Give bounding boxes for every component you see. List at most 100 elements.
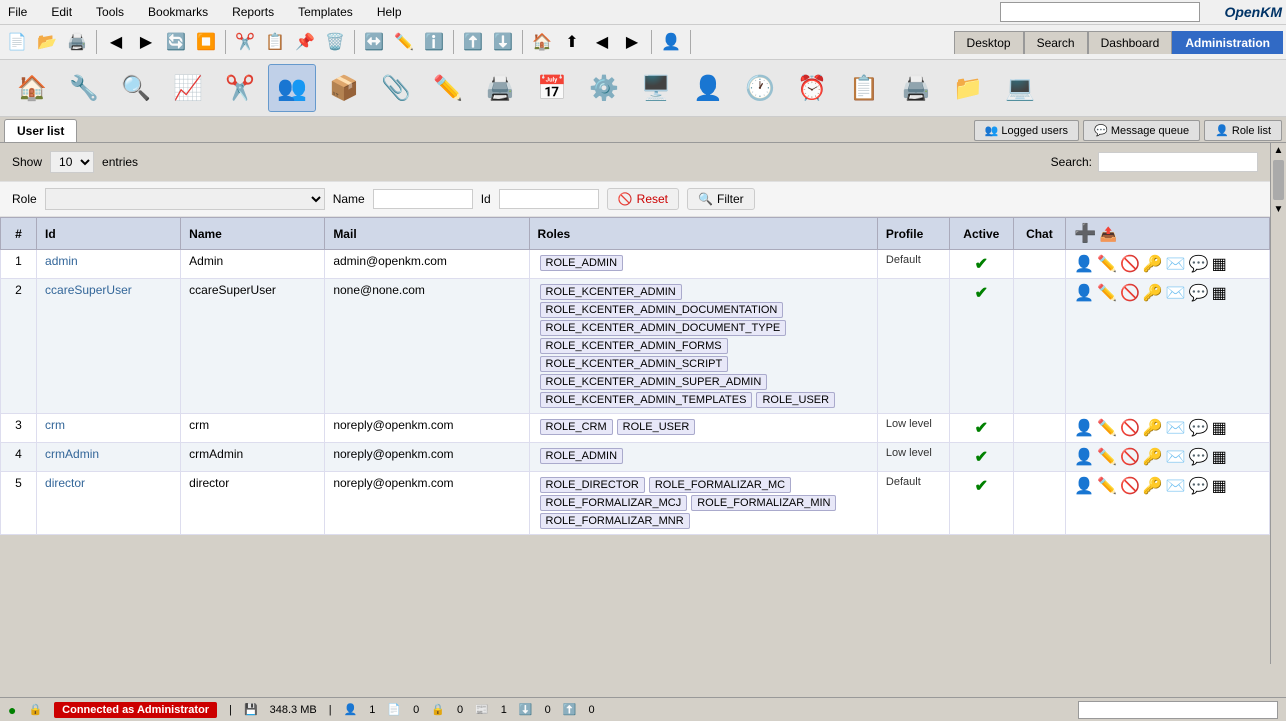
toolbar-upload[interactable]: ⬆️ (459, 28, 487, 56)
toolbar-open[interactable]: 📂 (33, 28, 61, 56)
action-user-icon[interactable]: 👤 (1074, 418, 1094, 438)
search-input[interactable] (1098, 152, 1258, 172)
scroll-up[interactable]: ▲ (1271, 143, 1286, 158)
toolbar-props[interactable]: ℹ️ (420, 28, 448, 56)
reset-button[interactable]: 🚫 Reset (607, 188, 679, 210)
tab-search[interactable]: Search (1024, 31, 1088, 54)
toolbar-download[interactable]: ⬇️ (489, 28, 517, 56)
filter-button[interactable]: 🔍 Filter (687, 188, 755, 210)
action-grid-icon[interactable]: ▦ (1212, 254, 1227, 274)
name-filter-input[interactable] (373, 189, 473, 209)
action-edit-icon[interactable]: ✏️ (1097, 418, 1117, 438)
action-delete-icon[interactable]: 🚫 (1120, 283, 1140, 303)
action-key-icon[interactable]: 🔑 (1143, 476, 1163, 496)
action-delete-icon[interactable]: 🚫 (1120, 476, 1140, 496)
toolbar-home[interactable]: 🏠 (528, 28, 556, 56)
tab-role-list[interactable]: 👤 Role list (1204, 120, 1282, 141)
action-edit-icon[interactable]: ✏️ (1097, 254, 1117, 274)
icon-table[interactable]: 📋 (840, 64, 888, 112)
id-filter-input[interactable] (499, 189, 599, 209)
toolbar-delete[interactable]: 🗑️ (321, 28, 349, 56)
icon-paperclip[interactable]: 📎 (372, 64, 420, 112)
action-user-icon[interactable]: 👤 (1074, 254, 1094, 274)
toolbar-refresh[interactable]: 🔄 (162, 28, 190, 56)
menu-bookmarks[interactable]: Bookmarks (144, 3, 212, 21)
toolbar-move[interactable]: ↔️ (360, 28, 388, 56)
action-edit-icon[interactable]: ✏️ (1097, 283, 1117, 303)
toolbar-next[interactable]: ▶ (618, 28, 646, 56)
icon-printer[interactable]: 🖨️ (892, 64, 940, 112)
action-chat-icon[interactable]: 💬 (1189, 476, 1209, 496)
icon-users[interactable]: 👥 (268, 64, 316, 112)
icon-folder[interactable]: 📁 (944, 64, 992, 112)
toolbar-paste[interactable]: 📌 (291, 28, 319, 56)
action-delete-icon[interactable]: 🚫 (1120, 418, 1140, 438)
toolbar-up[interactable]: ⬆ (558, 28, 586, 56)
menu-help[interactable]: Help (373, 3, 406, 21)
icon-pulse[interactable]: 📈 (164, 64, 212, 112)
action-grid-icon[interactable]: ▦ (1212, 476, 1227, 496)
action-chat-icon[interactable]: 💬 (1189, 418, 1209, 438)
action-edit-icon[interactable]: ✏️ (1097, 476, 1117, 496)
export-icon[interactable]: 📤 (1100, 226, 1117, 242)
statusbar-search-input[interactable] (1078, 701, 1278, 719)
toolbar-prev[interactable]: ◀ (588, 28, 616, 56)
icon-home[interactable]: 🏠 (8, 64, 56, 112)
scroll-down[interactable]: ▼ (1271, 202, 1286, 217)
tab-desktop[interactable]: Desktop (954, 31, 1024, 54)
entries-select[interactable]: 10 25 50 (50, 151, 94, 173)
action-user-icon[interactable]: 👤 (1074, 476, 1094, 496)
menu-file[interactable]: File (4, 3, 31, 21)
icon-gear[interactable]: ⚙️ (580, 64, 628, 112)
action-grid-icon[interactable]: ▦ (1212, 283, 1227, 303)
role-filter-select[interactable] (45, 188, 325, 210)
toolbar-back[interactable]: ◀ (102, 28, 130, 56)
menu-tools[interactable]: Tools (92, 3, 128, 21)
menu-templates[interactable]: Templates (294, 3, 357, 21)
action-chat-icon[interactable]: 💬 (1189, 254, 1209, 274)
tab-message-queue[interactable]: 💬 Message queue (1083, 120, 1200, 141)
action-delete-icon[interactable]: 🚫 (1120, 254, 1140, 274)
toolbar-user[interactable]: 👤 (657, 28, 685, 56)
action-key-icon[interactable]: 🔑 (1143, 418, 1163, 438)
action-key-icon[interactable]: 🔑 (1143, 447, 1163, 467)
tab-administration[interactable]: Administration (1172, 31, 1283, 54)
icon-tools[interactable]: 🔧 (60, 64, 108, 112)
action-grid-icon[interactable]: ▦ (1212, 447, 1227, 467)
toolbar-cut[interactable]: ✂️ (231, 28, 259, 56)
action-edit-icon[interactable]: ✏️ (1097, 447, 1117, 467)
icon-search[interactable]: 🔍 (112, 64, 160, 112)
tab-logged-users[interactable]: 👥 Logged users (974, 120, 1079, 141)
icon-alarm[interactable]: ⏰ (788, 64, 836, 112)
action-delete-icon[interactable]: 🚫 (1120, 447, 1140, 467)
toolbar-stop[interactable]: ⏹️ (192, 28, 220, 56)
action-chat-icon[interactable]: 💬 (1189, 447, 1209, 467)
toolbar-rename[interactable]: ✏️ (390, 28, 418, 56)
icon-archive[interactable]: 📦 (320, 64, 368, 112)
icon-calendar[interactable]: 📅 (528, 64, 576, 112)
action-mail-icon[interactable]: ✉️ (1166, 418, 1186, 438)
icon-pen[interactable]: ✏️ (424, 64, 472, 112)
icon-scissors[interactable]: ✂️ (216, 64, 264, 112)
toolbar-copy[interactable]: 📋 (261, 28, 289, 56)
tab-dashboard[interactable]: Dashboard (1088, 31, 1173, 54)
toolbar-new[interactable]: 📄 (3, 28, 31, 56)
right-scrollbar[interactable]: ▲ ▼ (1270, 143, 1286, 664)
scrollbar-thumb[interactable] (1273, 160, 1284, 200)
toolbar-forward[interactable]: ▶ (132, 28, 160, 56)
action-chat-icon[interactable]: 💬 (1189, 283, 1209, 303)
icon-user[interactable]: 👤 (684, 64, 732, 112)
action-user-icon[interactable]: 👤 (1074, 447, 1094, 467)
top-search-input[interactable] (1000, 2, 1200, 22)
action-mail-icon[interactable]: ✉️ (1166, 476, 1186, 496)
action-key-icon[interactable]: 🔑 (1143, 283, 1163, 303)
action-mail-icon[interactable]: ✉️ (1166, 283, 1186, 303)
menu-edit[interactable]: Edit (47, 3, 76, 21)
toolbar-print[interactable]: 🖨️ (63, 28, 91, 56)
icon-clock[interactable]: 🕐 (736, 64, 784, 112)
content-tab-userlist[interactable]: User list (4, 119, 77, 142)
action-key-icon[interactable]: 🔑 (1143, 254, 1163, 274)
icon-monitor[interactable]: 🖥️ (632, 64, 680, 112)
action-mail-icon[interactable]: ✉️ (1166, 447, 1186, 467)
menu-reports[interactable]: Reports (228, 3, 278, 21)
